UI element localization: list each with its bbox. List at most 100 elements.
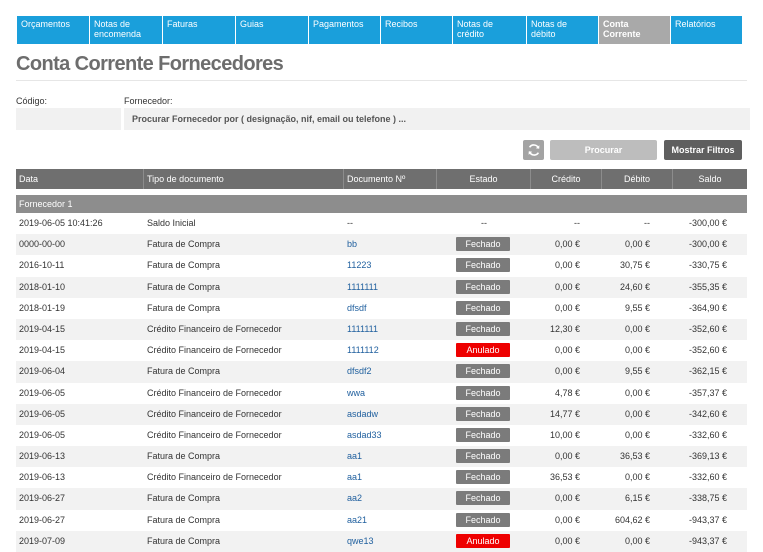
document-link[interactable]: aa21 (347, 510, 367, 531)
cell-documento: -- (347, 218, 353, 228)
cell-saldo: -362,15 € (688, 366, 727, 377)
table-row[interactable]: 2018-01-19 Fatura de Compra dfsdf Fechado 0,… (16, 297, 747, 319)
document-link[interactable]: asdadw (347, 404, 378, 425)
table-row[interactable]: 2018-01-10 Fatura de Compra 1111111 Fechado… (16, 276, 747, 298)
cell-debito: -- (644, 218, 650, 228)
table-row[interactable]: 2019-06-05 Crédito Financeiro de Forneced… (16, 424, 747, 447)
status-badge: Anulado (456, 343, 510, 358)
cell-credito: 0,00 € (554, 260, 580, 271)
cell-tipo-documento: Fatura de Compra (147, 281, 221, 292)
document-link[interactable]: bb (347, 234, 357, 255)
table-row[interactable]: 2019-06-05 Crédito Financeiro de Forneced… (16, 403, 747, 425)
cell-data: 2018-01-10 (19, 281, 66, 292)
table-row[interactable]: 2019-06-04 Fatura de Compra dfsdf2 Fechado 0… (16, 361, 747, 383)
tab-notas-de-credito[interactable]: Notas de crédito (453, 16, 527, 44)
document-link[interactable]: dfsdf (347, 298, 367, 319)
refresh-icon (528, 144, 539, 156)
document-link[interactable]: qwe13 (347, 531, 374, 552)
cell-credito: 0,00 € (554, 345, 580, 356)
header-estado[interactable]: Estado (437, 169, 531, 189)
document-link[interactable]: 1111111 (347, 277, 378, 298)
document-link[interactable]: 11223 (347, 255, 371, 276)
header-credito[interactable]: Crédito (531, 169, 602, 189)
cell-data: 2019-04-15 (19, 345, 66, 356)
table-row[interactable]: 2019-06-05 Crédito Financeiro de Forneced… (16, 382, 747, 404)
tab-recibos[interactable]: Recibos (381, 16, 453, 44)
cell-tipo-documento: Crédito Financeiro de Fornecedor (147, 323, 282, 334)
cell-data: 2019-06-05 (19, 429, 66, 440)
cell-saldo: -332,60 € (688, 429, 727, 440)
cell-debito: 6,15 € (624, 493, 650, 504)
status-badge: Fechado (456, 385, 510, 400)
cell-tipo-documento: Fatura de Compra (147, 514, 221, 525)
cell-tipo-documento: Crédito Financeiro de Fornecedor (147, 429, 282, 440)
header-documento[interactable]: Documento Nº (344, 169, 437, 189)
cell-saldo: -943,37 € (688, 535, 727, 546)
cell-tipo-documento: Fatura de Compra (147, 366, 221, 377)
table-row[interactable]: 0000-00-00 Fatura de Compra bb Fechado 0,00 … (16, 234, 747, 256)
document-link[interactable]: aa2 (347, 488, 362, 509)
tab-relatorios[interactable]: Relatórios (671, 16, 743, 44)
title-divider (16, 80, 747, 81)
table-row[interactable]: 2019-06-13 Crédito Financeiro de Forneced… (16, 467, 747, 489)
table-row[interactable]: 2019-06-27 Fatura de Compra aa2 Fechado 0,00… (16, 488, 747, 510)
table-row[interactable]: 2019-07-09 Fatura de Compra qwe13 Anulado 0,… (16, 530, 747, 552)
status-badge: Fechado (456, 321, 510, 336)
document-link[interactable]: aa1 (347, 467, 362, 488)
cell-estado: -- (481, 218, 487, 228)
cell-credito: 0,00 € (554, 366, 580, 377)
fornecedor-search-input[interactable] (124, 108, 750, 130)
cell-saldo: -352,60 € (688, 323, 727, 334)
document-link[interactable]: 1111111 (347, 319, 378, 340)
tab-conta-corrente[interactable]: Conta Corrente (599, 16, 671, 44)
cell-credito: 0,00 € (554, 535, 580, 546)
status-badge: Fechado (456, 258, 510, 273)
cell-saldo: -943,37 € (688, 514, 727, 525)
search-button[interactable]: Procurar (550, 140, 657, 160)
document-link[interactable]: aa1 (347, 446, 362, 467)
cell-debito: 9,55 € (624, 302, 650, 313)
table-row[interactable]: 2019-06-27 Fatura de Compra aa21 Fechado 0,0… (16, 509, 747, 531)
cell-debito: 0,00 € (624, 345, 650, 356)
cell-data: 2019-07-09 (19, 535, 66, 546)
tab-orcamentos[interactable]: Orçamentos (17, 16, 90, 44)
status-badge: Fechado (456, 279, 510, 294)
cell-debito: 0,00 € (624, 239, 650, 250)
cell-credito: 14,77 € (549, 408, 580, 419)
cell-debito: 0,00 € (624, 429, 650, 440)
table-row[interactable]: 2019-04-15 Crédito Financeiro de Forneced… (16, 318, 747, 341)
show-filters-button[interactable]: Mostrar Filtros (664, 140, 742, 160)
document-link[interactable]: asdad33 (347, 425, 382, 446)
document-link[interactable]: dfsdf2 (347, 361, 372, 382)
table-row[interactable]: 2016-10-11 Fatura de Compra 11223 Fechado 0,… (16, 255, 747, 277)
cell-tipo-documento: Fatura de Compra (147, 260, 221, 271)
cell-debito: 9,55 € (624, 366, 650, 377)
cell-tipo-documento: Saldo Inicial (147, 218, 196, 228)
header-saldo[interactable]: Saldo (673, 169, 747, 189)
cell-credito: 0,00 € (554, 493, 580, 504)
tab-notas-de-debito[interactable]: Notas de débito (527, 16, 599, 44)
header-debito[interactable]: Débito (602, 169, 673, 189)
header-tipo-documento[interactable]: Tipo de documento (144, 169, 344, 189)
table-row[interactable]: 2019-04-15 Crédito Financeiro de Forneced… (16, 340, 747, 362)
cell-tipo-documento: Fatura de Compra (147, 451, 221, 462)
cell-debito: 36,53 € (619, 451, 650, 462)
document-link[interactable]: 1111112 (347, 340, 379, 361)
status-badge: Fechado (456, 470, 510, 485)
cell-credito: -- (574, 218, 580, 228)
document-link[interactable]: wwa (347, 383, 365, 404)
tab-pagamentos[interactable]: Pagamentos (309, 16, 381, 44)
tab-notas-de-encomenda[interactable]: Notas de encomenda (90, 16, 163, 44)
header-data[interactable]: Data (16, 169, 144, 189)
cell-data: 2019-06-04 (19, 366, 66, 377)
refresh-button[interactable] (523, 140, 544, 160)
cell-credito: 0,00 € (554, 302, 580, 313)
table-row[interactable]: 2019-06-05 10:41:26 Saldo Inicial -- -- -- --… (16, 213, 747, 235)
table-row[interactable]: 2019-06-13 Fatura de Compra aa1 Fechado 0,00… (16, 446, 747, 468)
tab-guias[interactable]: Guias (236, 16, 309, 44)
cell-tipo-documento: Fatura de Compra (147, 535, 221, 546)
tab-faturas[interactable]: Faturas (163, 16, 236, 44)
cell-saldo: -332,60 € (688, 472, 727, 483)
codigo-field[interactable] (16, 108, 121, 130)
cell-debito: 30,75 € (619, 260, 650, 271)
